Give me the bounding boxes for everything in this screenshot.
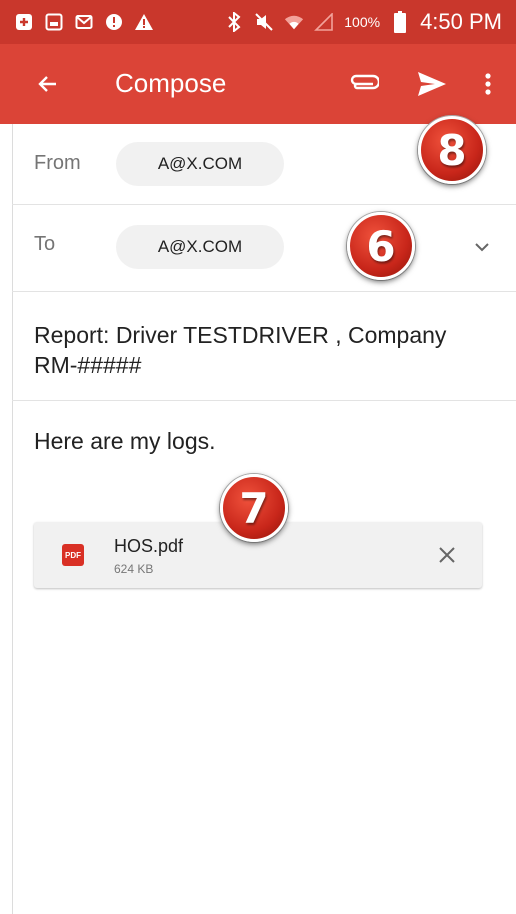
- alert-circle-icon: [104, 12, 124, 32]
- subject-field[interactable]: Report: Driver TESTDRIVER , Company RM-#…: [12, 292, 516, 401]
- back-arrow-icon[interactable]: [30, 66, 66, 102]
- warning-icon: [134, 12, 154, 32]
- attachment-size: 624 KB: [114, 562, 154, 576]
- mute-icon: [254, 12, 274, 32]
- to-row: To A@X.COM: [12, 205, 516, 292]
- callout-badge-attachment: 7: [220, 474, 288, 542]
- battery-percent: 100%: [344, 14, 381, 30]
- callout-badge-recipient: 6: [347, 212, 415, 280]
- bluetooth-icon: [224, 12, 244, 32]
- clock: 4:50 PM: [420, 9, 502, 34]
- to-recipient-chip[interactable]: A@X.COM: [116, 225, 284, 269]
- email-body[interactable]: Here are my logs.: [34, 428, 216, 455]
- attachment-name: HOS.pdf: [114, 536, 184, 556]
- chevron-down-icon[interactable]: [470, 235, 494, 259]
- close-icon[interactable]: [434, 542, 460, 568]
- image-icon: [44, 12, 64, 32]
- status-bar: 100% 4:50 PM: [0, 0, 516, 44]
- page-title: Compose: [115, 68, 227, 98]
- gmail-icon: [74, 12, 94, 32]
- app-bar: Compose: [0, 44, 516, 124]
- wifi-icon: [284, 12, 304, 32]
- attach-icon[interactable]: [345, 68, 381, 100]
- send-icon[interactable]: [412, 64, 452, 104]
- signal-icon: [314, 12, 334, 32]
- subject-text: Report: Driver TESTDRIVER , Company RM-#…: [34, 322, 447, 378]
- from-account-chip[interactable]: A@X.COM: [116, 142, 284, 186]
- to-label: To: [34, 233, 56, 255]
- battery-icon: [390, 11, 410, 33]
- from-label: From: [34, 152, 81, 174]
- more-vert-icon[interactable]: [476, 66, 500, 102]
- callout-badge-send: 8: [418, 116, 486, 184]
- plus-box-icon: [14, 12, 34, 32]
- pdf-file-icon: PDF: [62, 544, 84, 566]
